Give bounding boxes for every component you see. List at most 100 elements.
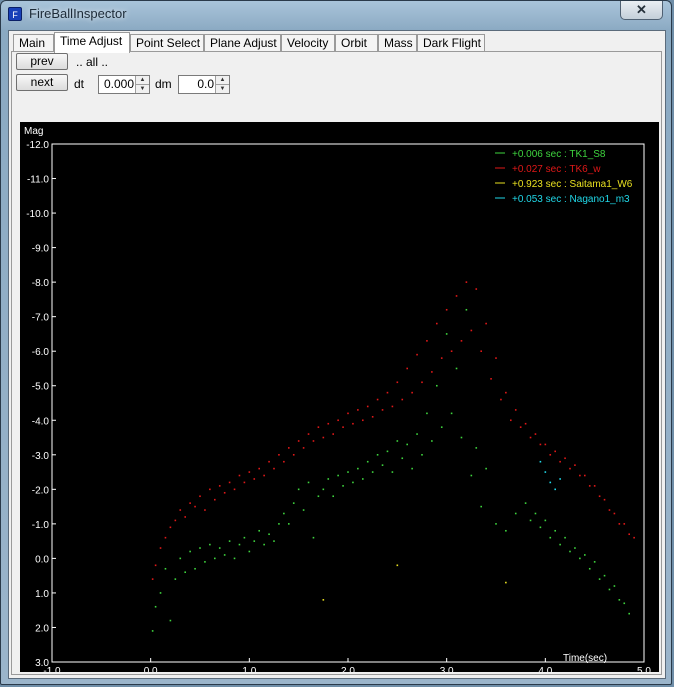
data-point — [278, 454, 280, 456]
data-point — [574, 464, 576, 466]
tab-orbit[interactable]: Orbit — [335, 34, 378, 52]
data-point — [505, 391, 507, 394]
data-point — [559, 478, 561, 480]
data-point — [574, 547, 576, 549]
data-point — [273, 540, 275, 542]
spin-up-icon[interactable]: ▲ — [136, 76, 149, 84]
data-point — [263, 543, 265, 546]
data-point — [633, 536, 635, 539]
data-point — [174, 578, 177, 580]
data-point — [603, 498, 606, 501]
data-point — [209, 543, 211, 546]
dt-label: dt — [74, 77, 85, 91]
tab-velocity[interactable]: Velocity — [281, 34, 335, 52]
tab-time-adjust[interactable]: Time Adjust — [54, 32, 130, 53]
data-point — [401, 398, 404, 401]
all-label: .. all .. — [76, 55, 109, 69]
data-point — [426, 412, 428, 415]
data-point — [539, 460, 542, 463]
data-point — [366, 405, 369, 408]
spin-down-icon[interactable]: ▼ — [216, 84, 229, 93]
data-point — [194, 505, 196, 508]
data-point — [317, 426, 320, 428]
data-point — [223, 554, 226, 556]
data-point — [495, 357, 497, 359]
magnitude-plot[interactable]: Mag Time(sec) -12.0 -11.0 -10.0 -9.0 -8.0 -7.… — [20, 122, 659, 672]
spin-down-icon[interactable]: ▼ — [136, 84, 149, 93]
y-tick-label: -6.0 — [32, 347, 50, 358]
data-point — [352, 422, 354, 425]
data-point — [598, 495, 601, 498]
data-point — [278, 523, 280, 525]
window-title: FireBallInspector — [29, 6, 127, 21]
data-point — [411, 391, 413, 394]
dt-spinner-arrows[interactable]: ▲ ▼ — [135, 76, 149, 93]
tab-plane-adjust[interactable]: Plane Adjust — [204, 34, 281, 52]
data-point — [510, 419, 512, 422]
title-bar[interactable]: F FireBallInspector ✕ — [1, 1, 671, 27]
data-point — [381, 464, 384, 466]
client-area: Main Time Adjust Point Select Plane Adju… — [8, 30, 666, 679]
data-point — [470, 329, 473, 332]
data-point — [539, 443, 542, 446]
data-point — [218, 547, 221, 549]
prev-button[interactable]: prev — [16, 53, 68, 70]
data-point — [584, 474, 586, 477]
data-point — [490, 378, 492, 380]
data-point — [450, 350, 453, 352]
y-tick-label: -3.0 — [32, 451, 50, 462]
data-point — [179, 509, 182, 511]
data-point — [524, 422, 527, 425]
tab-dark-flight[interactable]: Dark Flight — [417, 34, 485, 52]
data-point — [485, 467, 487, 470]
data-point — [376, 454, 379, 456]
x-tick-label: 5.0 — [637, 666, 651, 672]
data-point — [554, 450, 556, 453]
data-point — [184, 516, 186, 518]
dm-spinner-arrows[interactable]: ▲ ▼ — [215, 76, 229, 93]
data-point — [327, 478, 330, 480]
data-point — [623, 523, 626, 525]
data-point — [569, 550, 571, 553]
data-point — [465, 308, 468, 311]
data-point — [391, 405, 394, 408]
y-tick-label: -11.0 — [27, 175, 49, 186]
data-point — [243, 481, 246, 484]
y-tick-label: -9.0 — [32, 244, 50, 255]
data-point — [588, 567, 591, 570]
data-point — [475, 447, 478, 449]
data-point — [209, 488, 211, 491]
close-button[interactable]: ✕ — [620, 1, 663, 20]
data-point — [579, 474, 581, 477]
data-point — [371, 416, 374, 418]
data-point — [238, 474, 241, 477]
tab-point-select[interactable]: Point Select — [130, 34, 204, 52]
data-point — [322, 599, 325, 601]
data-point — [189, 502, 191, 504]
data-point — [628, 533, 630, 536]
app-icon[interactable]: F — [8, 7, 22, 21]
data-point — [337, 474, 339, 477]
y-tick-label: 0.0 — [35, 554, 49, 565]
data-point — [396, 440, 399, 442]
next-button[interactable]: next — [16, 74, 68, 91]
data-point — [514, 512, 517, 515]
tab-mass[interactable]: Mass — [378, 34, 417, 52]
data-point — [263, 474, 265, 477]
data-point — [579, 557, 581, 560]
tab-main[interactable]: Main — [13, 34, 54, 52]
data-point — [386, 391, 389, 394]
data-point — [505, 581, 507, 584]
data-point — [480, 350, 482, 352]
app-window: F FireBallInspector ✕ Main Time Adjust P… — [0, 0, 672, 685]
data-point — [371, 471, 374, 473]
data-point — [544, 519, 547, 522]
dt-spinner[interactable]: 0.000 ▲ ▼ — [98, 75, 150, 94]
spin-up-icon[interactable]: ▲ — [216, 76, 229, 84]
data-point — [307, 433, 310, 435]
dm-spinner[interactable]: 0.0 ▲ ▼ — [178, 75, 230, 94]
data-point — [386, 450, 389, 453]
data-point — [312, 440, 315, 442]
legend-entry: +0.006 sec : TK1_S8 — [512, 149, 606, 160]
data-point — [465, 281, 468, 283]
